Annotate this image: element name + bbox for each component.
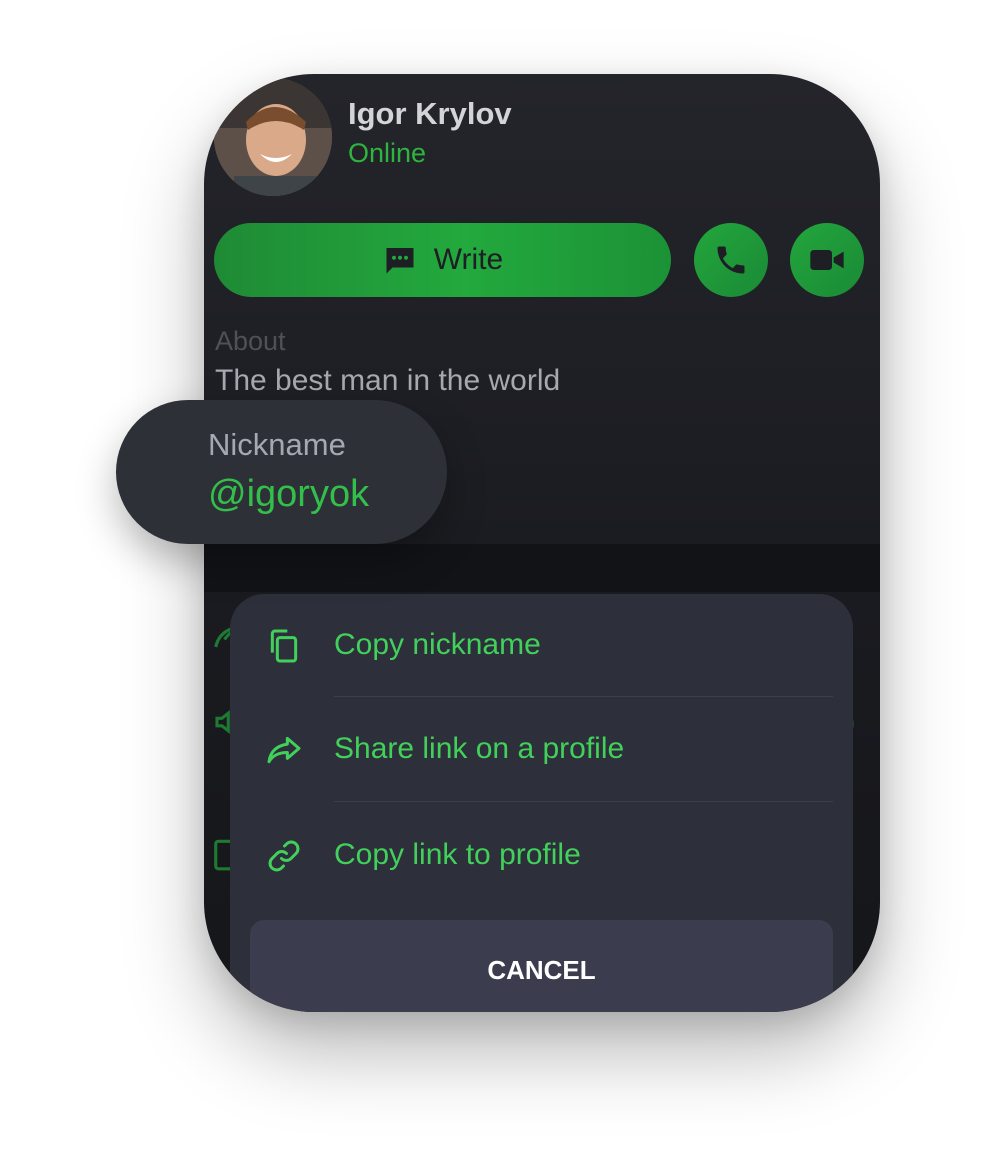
link-icon (268, 840, 300, 872)
nickname-value: @igoryok (208, 473, 370, 515)
divider (334, 696, 833, 697)
share-link-option[interactable]: Share link on a profile (230, 698, 853, 802)
video-call-button[interactable] (790, 223, 864, 297)
copy-icon (270, 629, 298, 663)
about-text: The best man in the world (215, 364, 561, 397)
dimmed-overlay (204, 544, 880, 592)
copy-link-label: Copy link to profile (334, 838, 581, 871)
copy-nickname-label: Copy nickname (334, 628, 541, 661)
cancel-button[interactable]: CANCEL (250, 920, 833, 1012)
action-sheet: Copy nickname Share link on a profile Co… (230, 594, 853, 1012)
message-icon (386, 248, 414, 274)
nickname-callout[interactable]: Nickname @igoryok (116, 400, 447, 544)
divider (334, 801, 833, 802)
copy-nickname-option[interactable]: Copy nickname (230, 594, 853, 698)
about-label: About (215, 326, 286, 356)
avatar[interactable] (214, 78, 332, 196)
copy-link-option[interactable]: Copy link to profile (230, 804, 853, 908)
share-icon (267, 736, 301, 764)
call-button[interactable] (694, 223, 768, 297)
share-link-label: Share link on a profile (334, 732, 625, 765)
nickname-label: Nickname (208, 427, 346, 462)
phone-icon (717, 246, 745, 274)
write-button-label: Write (433, 243, 504, 276)
video-camera-icon (810, 250, 844, 270)
write-button[interactable]: Write (214, 223, 671, 297)
online-status: Online (348, 138, 427, 168)
contact-name: Igor Krylov (348, 96, 512, 131)
